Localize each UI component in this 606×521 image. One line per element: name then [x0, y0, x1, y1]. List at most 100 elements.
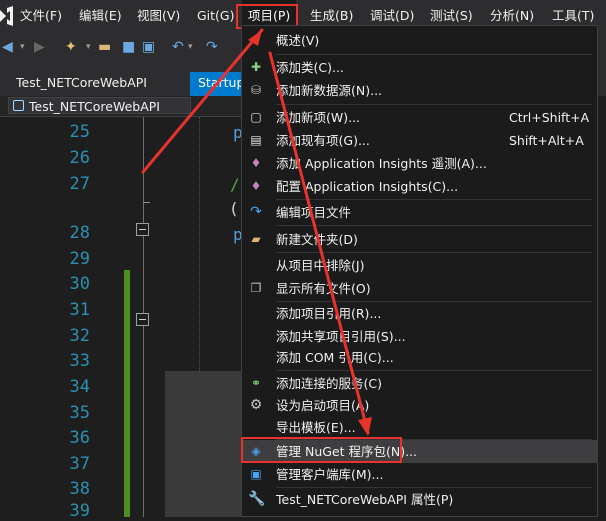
wrench-icon: 🔧 — [248, 491, 266, 507]
line-number: 39 — [69, 501, 90, 521]
menu-item-add-project-reference[interactable]: 添加项目引用(R)... — [242, 302, 597, 325]
project-scope-label: Test_NETCoreWebAPI — [29, 99, 160, 114]
menu-item-label: 新建文件夹(D) — [276, 232, 358, 247]
undo-icon[interactable]: ↶ — [172, 38, 184, 56]
line-number: 31 — [69, 300, 90, 320]
menu-item-add-class[interactable]: ✚ 添加类(C)... — [242, 56, 597, 79]
menu-item-label: Test_NETCoreWebAPI 属性(P) — [276, 492, 454, 507]
change-indicator-bar — [124, 270, 130, 517]
menu-item-shortcut: Shift+Alt+A — [509, 133, 584, 148]
line-number: 36 — [69, 428, 90, 448]
menu-item-add-app-insights[interactable]: ♦ 添加 Application Insights 遥测(A)... — [242, 152, 597, 175]
csharp-project-icon — [13, 100, 24, 111]
menu-separator — [276, 225, 592, 226]
menu-separator — [276, 199, 592, 200]
tab-project-file[interactable]: Test_NETCoreWebAPI — [8, 72, 196, 96]
back-dropdown-icon[interactable]: ▾ — [20, 38, 25, 56]
line-number: 37 — [69, 454, 90, 474]
line-number: 34 — [69, 377, 90, 397]
app-insights-icon: ♦ — [250, 156, 262, 170]
collapse-toggle-icon[interactable] — [136, 313, 149, 326]
line-number: 27 — [69, 174, 90, 194]
project-scope-dropdown[interactable]: Test_NETCoreWebAPI — [8, 97, 191, 114]
menu-item-shortcut: Ctrl+Shift+A — [509, 110, 590, 125]
forward-icon[interactable]: ▶ — [34, 38, 45, 56]
menu-item-label: 管理客户端库(M)... — [276, 467, 384, 482]
save-icon[interactable]: ■ — [122, 38, 135, 56]
add-new-item-icon: ▢ — [250, 110, 262, 124]
menu-item-configure-app-insights[interactable]: ♦ 配置 Application Insights(C)... — [242, 175, 597, 198]
menu-item-edit-project-file[interactable]: ↷ 编辑项目文件 — [242, 201, 597, 224]
line-number: 29 — [69, 249, 90, 269]
new-folder-icon: ▰ — [251, 232, 261, 246]
client-library-icon: ▣ — [250, 467, 262, 481]
menu-item-add-data-source[interactable]: ⛁ 添加新数据源(N)... — [242, 79, 597, 102]
open-folder-icon[interactable]: ▬ — [98, 38, 111, 56]
redo-icon[interactable]: ↷ — [206, 38, 218, 56]
menu-separator — [276, 104, 592, 105]
edit-project-file-icon: ↷ — [250, 204, 262, 220]
add-class-icon: ✚ — [250, 60, 262, 74]
app-insights-config-icon: ♦ — [250, 179, 262, 193]
code-selection-region — [165, 371, 245, 517]
menu-item-label: 添加项目引用(R)... — [276, 306, 382, 321]
menu-item-add-com-reference[interactable]: 添加 COM 引用(C)... — [242, 346, 597, 369]
new-project-icon[interactable]: ✦ — [65, 38, 77, 56]
indent-guide — [199, 117, 200, 407]
collapse-toggle-icon[interactable] — [136, 223, 149, 236]
menu-item-project-properties[interactable]: 🔧 Test_NETCoreWebAPI 属性(P) — [242, 488, 597, 511]
code-fragment: ( — [229, 199, 239, 218]
line-number: 26 — [69, 148, 90, 168]
menu-item-label: 配置 Application Insights(C)... — [276, 179, 459, 194]
save-all-icon[interactable]: ▣ — [142, 38, 155, 56]
new-dropdown-icon[interactable]: ▾ — [86, 38, 91, 56]
menu-item-add-existing-item[interactable]: ▤ 添加现有项(G)... Shift+Alt+A — [242, 129, 597, 152]
menu-item-label: 添加共享项目引用(S)... — [276, 329, 406, 344]
menu-view[interactable]: 视图(V) — [137, 0, 180, 32]
code-fragment: / — [230, 175, 240, 194]
menu-git[interactable]: Git(G) — [197, 0, 235, 32]
menu-item-label: 添加新数据源(N)... — [276, 83, 383, 98]
connected-service-icon: ⚭ — [250, 376, 262, 390]
menu-item-exclude-from-project[interactable]: 从项目中排除(J) — [242, 254, 597, 277]
menu-item-add-connected-service[interactable]: ⚭ 添加连接的服务(C) — [242, 372, 597, 395]
undo-dropdown-icon[interactable]: ▾ — [188, 38, 193, 56]
menu-item-add-new-item[interactable]: ▢ 添加新项(W)... Ctrl+Shift+A — [242, 106, 597, 129]
menu-separator — [276, 54, 592, 55]
menu-item-add-shared-project-reference[interactable]: 添加共享项目引用(S)... — [242, 325, 597, 348]
nuget-highlight-box — [241, 437, 402, 463]
line-number: 30 — [69, 274, 90, 294]
line-number: 35 — [69, 403, 90, 423]
menu-edit[interactable]: 编辑(E) — [79, 0, 122, 32]
add-data-source-icon: ⛁ — [250, 83, 262, 97]
menu-item-label: 编辑项目文件 — [276, 205, 352, 220]
menu-item-label: 添加新项(W)... — [276, 110, 361, 125]
visual-studio-logo-icon[interactable] — [0, 6, 14, 26]
menu-item-manage-client-libraries[interactable]: ▣ 管理客户端库(M)... — [242, 463, 597, 486]
menu-item-label: 添加连接的服务(C) — [276, 376, 382, 391]
menu-item-export-template[interactable]: 导出模板(E)... — [242, 416, 597, 439]
menu-item-overview[interactable]: 概述(V) — [242, 29, 597, 52]
outline-end-tick — [143, 202, 150, 203]
menu-item-label: 概述(V) — [276, 33, 320, 48]
menu-item-show-all-files[interactable]: ❐ 显示所有文件(O) — [242, 277, 597, 300]
menu-separator — [276, 370, 592, 371]
menu-file[interactable]: 文件(F) — [20, 0, 62, 32]
show-all-files-icon: ❐ — [250, 281, 262, 295]
line-number: 38 — [69, 479, 90, 499]
menu-item-label: 添加类(C)... — [276, 60, 344, 75]
menu-item-label: 显示所有文件(O) — [276, 281, 371, 296]
menu-item-set-startup-project[interactable]: ⚙ 设为启动项目(A) — [242, 394, 597, 417]
menu-item-label: 导出模板(E)... — [276, 420, 356, 435]
menu-item-new-folder[interactable]: ▰ 新建文件夹(D) — [242, 228, 597, 251]
menu-item-label: 添加 Application Insights 遥测(A)... — [276, 156, 487, 171]
menu-item-label: 添加现有项(G)... — [276, 133, 370, 148]
back-icon[interactable]: ◀ — [2, 38, 13, 56]
add-existing-item-icon: ▤ — [250, 133, 262, 147]
editor-right-edge — [598, 96, 606, 517]
menu-item-label: 设为启动项目(A) — [276, 398, 370, 413]
line-number: 28 — [69, 223, 90, 243]
menu-separator — [276, 252, 592, 253]
line-number: 33 — [69, 351, 90, 371]
line-number: 25 — [69, 122, 90, 142]
